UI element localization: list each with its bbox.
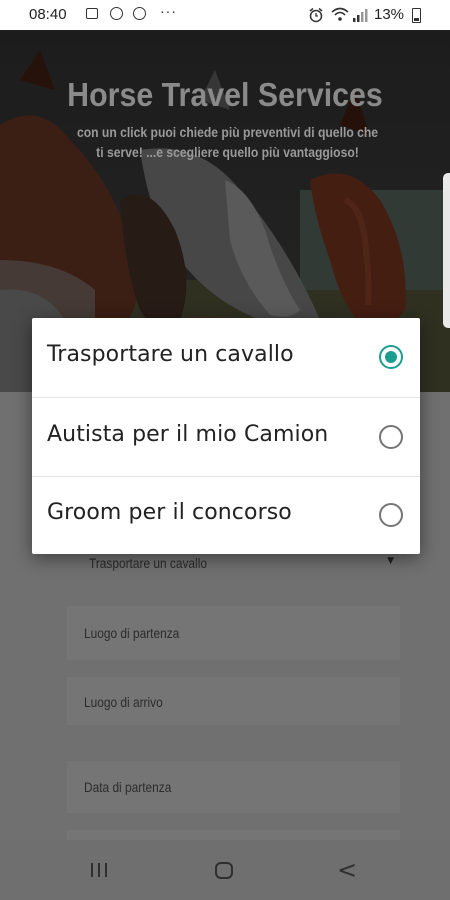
option-trasportare-cavallo[interactable]: Trasportare un cavallo bbox=[32, 318, 420, 397]
option-label: Trasportare un cavallo bbox=[47, 342, 294, 367]
service-select-value: Trasportare un cavallo bbox=[89, 555, 207, 571]
arrival-place-placeholder: Luogo di arrivo bbox=[84, 694, 163, 710]
battery-percent: 13% bbox=[374, 6, 405, 23]
hero-title: Horse Travel Services bbox=[67, 76, 383, 113]
signal-icon bbox=[353, 9, 368, 22]
hero-subtitle: con un click puoi chiede più preventivi … bbox=[76, 125, 379, 160]
departure-date-placeholder: Data di partenza bbox=[84, 779, 172, 795]
system-nav-bar: < bbox=[0, 840, 450, 900]
departure-place-placeholder: Luogo di partenza bbox=[84, 625, 180, 641]
radio-checked-icon[interactable] bbox=[379, 345, 403, 369]
image-icon bbox=[86, 8, 98, 19]
service-select[interactable]: Trasportare un cavallo ▼ bbox=[67, 553, 400, 573]
dropdown-caret-icon: ▼ bbox=[387, 556, 394, 566]
recents-icon[interactable] bbox=[85, 858, 115, 884]
wifi-icon bbox=[331, 7, 349, 21]
side-drawer-handle[interactable] bbox=[443, 173, 450, 328]
status-bar: 08:40 ··· 13% bbox=[0, 0, 450, 30]
departure-place-input[interactable]: Luogo di partenza bbox=[67, 606, 400, 660]
status-time: 08:40 bbox=[29, 6, 67, 23]
back-icon[interactable]: < bbox=[337, 858, 367, 884]
home-icon[interactable] bbox=[210, 858, 240, 884]
service-choice-dialog: Trasportare un cavallo Autista per il mi… bbox=[32, 318, 420, 554]
option-label: Groom per il concorso bbox=[47, 500, 292, 525]
departure-date-input[interactable]: Data di partenza bbox=[67, 761, 400, 813]
option-groom-concorso[interactable]: Groom per il concorso bbox=[32, 476, 420, 555]
sync-alt-icon bbox=[133, 7, 146, 20]
arrival-place-input[interactable]: Luogo di arrivo bbox=[67, 677, 400, 725]
radio-unchecked-icon[interactable] bbox=[379, 425, 403, 449]
more-dots-icon: ··· bbox=[160, 3, 177, 19]
battery-icon bbox=[412, 8, 421, 23]
option-autista-camion[interactable]: Autista per il mio Camion bbox=[32, 398, 420, 477]
radio-unchecked-icon[interactable] bbox=[379, 503, 403, 527]
option-label: Autista per il mio Camion bbox=[47, 422, 329, 447]
alarm-icon bbox=[309, 7, 323, 23]
next-field[interactable] bbox=[67, 830, 400, 840]
sync-icon bbox=[110, 7, 123, 20]
